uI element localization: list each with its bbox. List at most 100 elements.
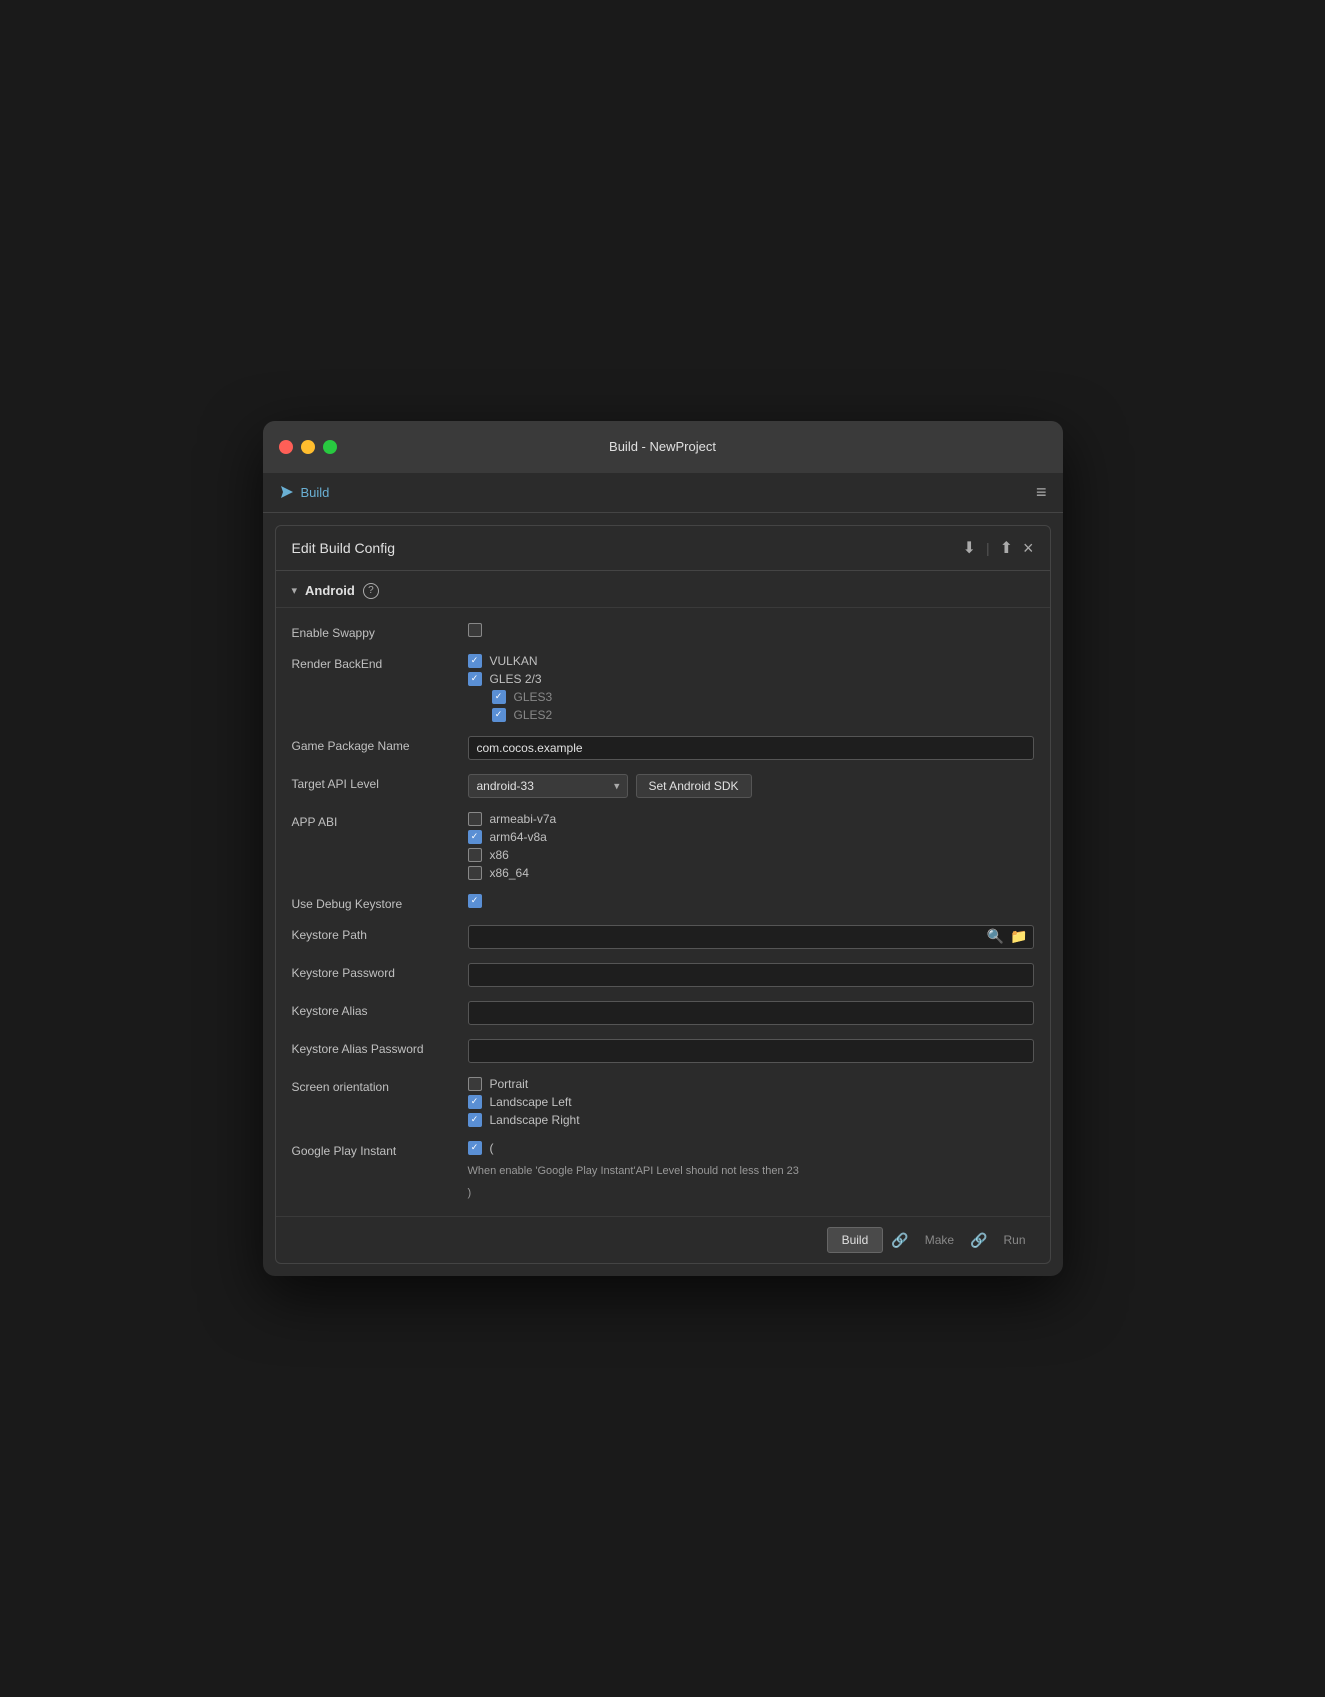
google-play-instant-note: When enable 'Google Play Instant'API Lev…: [468, 1161, 1034, 1179]
list-item: Landscape Left: [468, 1095, 1034, 1109]
game-package-name-control: [468, 736, 1034, 760]
vulkan-label: VULKAN: [490, 654, 538, 668]
hamburger-menu-icon[interactable]: ≡: [1036, 482, 1047, 503]
x86-checkbox[interactable]: [468, 848, 482, 862]
app-abi-label: APP ABI: [292, 812, 452, 829]
export-icon[interactable]: ⬆: [1000, 538, 1013, 558]
list-item: GLES2: [468, 708, 1034, 722]
list-item: armeabi-v7a: [468, 812, 1034, 826]
app-abi-row: APP ABI armeabi-v7a arm64-v8a: [276, 805, 1050, 887]
google-play-instant-checkbox[interactable]: [468, 1141, 482, 1155]
gles3-label: GLES3: [514, 690, 553, 704]
toolbar: Build ≡: [263, 473, 1063, 513]
screen-orientation-label: Screen orientation: [292, 1077, 452, 1094]
render-backend-control: VULKAN GLES 2/3 GLES3: [468, 654, 1034, 722]
gles2-label: GLES2: [514, 708, 553, 722]
enable-swappy-row: Enable Swappy: [276, 616, 1050, 647]
titlebar: Build - NewProject: [263, 421, 1063, 473]
landscape-right-label: Landscape Right: [490, 1113, 580, 1127]
screen-orientation-row: Screen orientation Portrait Landscape Le…: [276, 1070, 1050, 1134]
run-button[interactable]: Run: [995, 1228, 1033, 1252]
armeabi-v7a-label: armeabi-v7a: [490, 812, 557, 826]
x86-label: x86: [490, 848, 509, 862]
render-backend-label: Render BackEnd: [292, 654, 452, 671]
keystore-path-control: 🔍 📁: [468, 925, 1034, 949]
app-abi-control: armeabi-v7a arm64-v8a x86: [468, 812, 1034, 880]
maximize-button[interactable]: [323, 440, 337, 454]
dialog-footer: Build 🔗 Make 🔗 Run: [276, 1216, 1050, 1263]
keystore-password-label: Keystore Password: [292, 963, 452, 980]
divider-icon: |: [986, 540, 990, 556]
search-icon[interactable]: 🔍: [987, 928, 1004, 945]
dialog-header-actions: ⬇ | ⬆ ×: [963, 538, 1034, 558]
keystore-path-input[interactable]: [468, 925, 1034, 949]
build-tab-label: Build: [301, 485, 330, 500]
screen-orientation-control: Portrait Landscape Left Landscape Right: [468, 1077, 1034, 1127]
render-backend-row: Render BackEnd VULKAN GLES 2/3: [276, 647, 1050, 729]
toolbar-left: Build: [279, 484, 330, 500]
keystore-password-control: [468, 963, 1034, 987]
list-item: GLES 2/3: [468, 672, 1034, 686]
target-api-level-select-row: android-33 Set Android SDK: [468, 774, 1034, 798]
gles2-checkbox[interactable]: [492, 708, 506, 722]
portrait-checkbox[interactable]: [468, 1077, 482, 1091]
list-item: arm64-v8a: [468, 830, 1034, 844]
set-android-sdk-button[interactable]: Set Android SDK: [636, 774, 752, 798]
android-section-title: Android: [305, 583, 355, 598]
google-play-instant-note-end-row: ): [468, 1183, 1034, 1201]
target-api-level-row: Target API Level android-33 Set Android …: [276, 767, 1050, 805]
window-title: Build - NewProject: [609, 439, 716, 454]
import-icon[interactable]: ⬇: [963, 538, 976, 558]
build-button[interactable]: Build: [827, 1227, 884, 1253]
gles23-label: GLES 2/3: [490, 672, 542, 686]
keystore-alias-password-input[interactable]: [468, 1039, 1034, 1063]
section-toggle-icon[interactable]: ▾: [292, 584, 298, 597]
target-api-level-label: Target API Level: [292, 774, 452, 791]
list-item: x86_64: [468, 866, 1034, 880]
keystore-alias-input[interactable]: [468, 1001, 1034, 1025]
x86-64-label: x86_64: [490, 866, 529, 880]
dialog-header: Edit Build Config ⬇ | ⬆ ×: [276, 526, 1050, 571]
list-item: GLES3: [468, 690, 1034, 704]
folder-icon[interactable]: 📁: [1010, 928, 1027, 945]
google-play-instant-control: ( When enable 'Google Play Instant'API L…: [468, 1141, 1034, 1202]
build-config-dialog: Edit Build Config ⬇ | ⬆ × ▾ Android ?: [275, 525, 1051, 1265]
gles3-checkbox[interactable]: [492, 690, 506, 704]
armeabi-v7a-checkbox[interactable]: [468, 812, 482, 826]
list-item: x86: [468, 848, 1034, 862]
api-level-select[interactable]: android-33: [468, 774, 628, 798]
use-debug-keystore-checkbox[interactable]: [468, 894, 482, 908]
keystore-password-input[interactable]: [468, 963, 1034, 987]
keystore-path-row: Keystore Path 🔍 📁: [276, 918, 1050, 956]
target-api-level-control: android-33 Set Android SDK: [468, 774, 1034, 798]
android-help-icon[interactable]: ?: [363, 583, 379, 599]
use-debug-keystore-row: Use Debug Keystore: [276, 887, 1050, 918]
keystore-alias-control: [468, 1001, 1034, 1025]
keystore-alias-password-control: [468, 1039, 1034, 1063]
close-button[interactable]: [279, 440, 293, 454]
build-tab[interactable]: Build: [279, 484, 330, 500]
enable-swappy-checkbox[interactable]: [468, 623, 482, 637]
keystore-alias-label: Keystore Alias: [292, 1001, 452, 1018]
arm64-v8a-checkbox[interactable]: [468, 830, 482, 844]
gles23-checkbox[interactable]: [468, 672, 482, 686]
use-debug-keystore-control: [468, 894, 1034, 908]
list-item: Portrait: [468, 1077, 1034, 1091]
form-rows: Enable Swappy Render BackEnd VULKAN: [276, 608, 1050, 1217]
game-package-name-input[interactable]: [468, 736, 1034, 760]
dialog-close-button[interactable]: ×: [1023, 539, 1034, 557]
google-play-instant-row: Google Play Instant ( When enable 'Googl…: [276, 1134, 1050, 1209]
landscape-left-checkbox[interactable]: [468, 1095, 482, 1109]
minimize-button[interactable]: [301, 440, 315, 454]
landscape-left-label: Landscape Left: [490, 1095, 572, 1109]
landscape-right-checkbox[interactable]: [468, 1113, 482, 1127]
list-item: Landscape Right: [468, 1113, 1034, 1127]
make-button[interactable]: Make: [917, 1228, 962, 1252]
build-link-icon: 🔗: [891, 1232, 908, 1249]
vulkan-checkbox[interactable]: [468, 654, 482, 668]
keystore-alias-row: Keystore Alias: [276, 994, 1050, 1032]
keystore-path-icons: 🔍 📁: [987, 928, 1028, 945]
google-play-instant-note-end: ): [468, 1187, 472, 1199]
traffic-lights: [279, 440, 337, 454]
x86-64-checkbox[interactable]: [468, 866, 482, 880]
